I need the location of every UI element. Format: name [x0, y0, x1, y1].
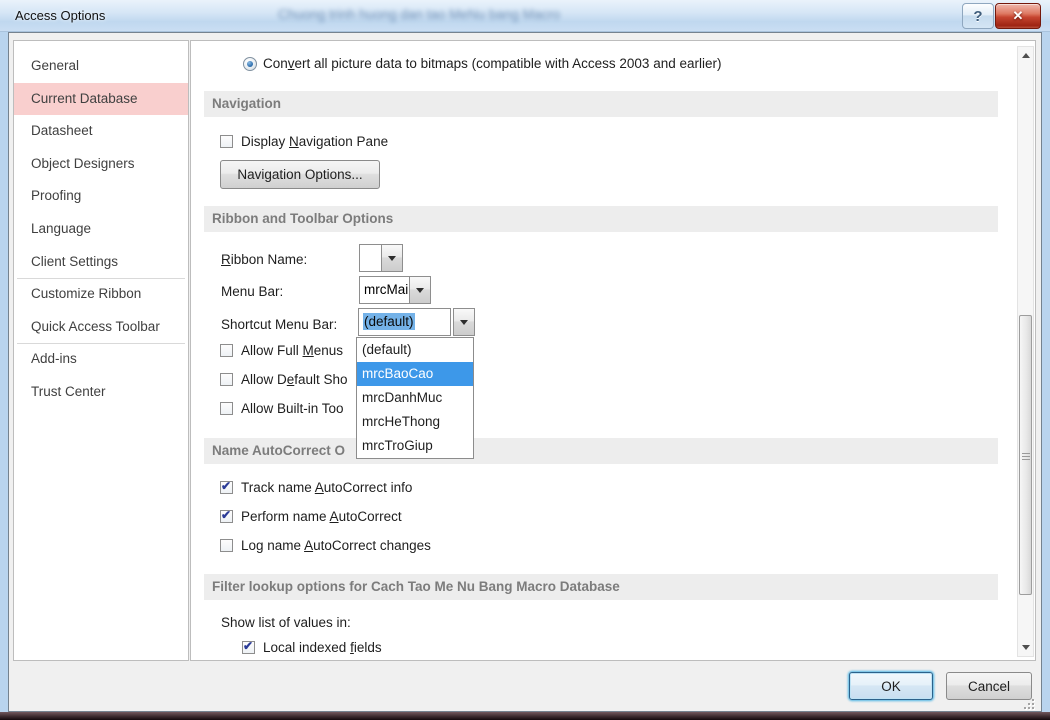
- display-navigation-pane-checkbox[interactable]: [220, 135, 233, 148]
- track-name-autocorrect-checkbox[interactable]: [220, 481, 233, 494]
- convert-bitmaps-label[interactable]: Convert all picture data to bitmaps (com…: [263, 56, 721, 71]
- sidebar-item-customize-ribbon[interactable]: Customize Ribbon: [14, 278, 188, 311]
- allow-default-shortcut-menus-checkbox[interactable]: [220, 373, 233, 386]
- log-name-autocorrect-checkbox[interactable]: [220, 539, 233, 552]
- scroll-up-icon[interactable]: [1018, 48, 1033, 63]
- sidebar-item-client-settings[interactable]: Client Settings: [14, 246, 188, 279]
- selected-combo-text: (default): [363, 313, 415, 330]
- ok-button[interactable]: OK: [849, 672, 933, 700]
- sidebar-divider: [17, 278, 185, 279]
- section-header-ribbon-toolbar: Ribbon and Toolbar Options: [204, 206, 998, 232]
- sidebar-item-proofing[interactable]: Proofing: [14, 180, 188, 213]
- sidebar-item-object-designers[interactable]: Object Designers: [14, 148, 188, 181]
- allow-full-menus-label[interactable]: Allow Full Menus: [241, 343, 343, 358]
- content-scrollbar[interactable]: [1017, 46, 1034, 657]
- allow-full-menus-checkbox[interactable]: [220, 344, 233, 357]
- cancel-button[interactable]: Cancel: [946, 672, 1032, 700]
- background-window-title: Chuong trinh huong dan tao MeNu bang Mac…: [278, 7, 608, 22]
- dropdown-item-default[interactable]: (default): [357, 338, 473, 362]
- sidebar-item-list: General Current Database Datasheet Objec…: [14, 50, 188, 409]
- section-header-navigation: Navigation: [204, 91, 998, 117]
- shortcut-menu-bar-dropdown-arrow-icon[interactable]: [453, 308, 475, 336]
- help-button[interactable]: ?: [962, 3, 994, 29]
- shortcut-menu-bar-dropdown-list: (default) mrcBaoCao mrcDanhMuc mrcHeThon…: [356, 337, 474, 459]
- perform-name-autocorrect-checkbox[interactable]: [220, 510, 233, 523]
- local-indexed-fields-label[interactable]: Local indexed fields: [263, 640, 382, 655]
- display-navigation-pane-label[interactable]: Display Navigation Pane: [241, 134, 388, 149]
- menu-bar-label: Menu Bar:: [221, 284, 283, 299]
- perform-name-autocorrect-label[interactable]: Perform name AutoCorrect: [241, 509, 402, 524]
- show-list-of-values-label: Show list of values in:: [221, 615, 351, 630]
- scrollbar-grip-icon: [1022, 453, 1030, 460]
- sidebar-item-language[interactable]: Language: [14, 213, 188, 246]
- options-content-panel: Convert all picture data to bitmaps (com…: [190, 40, 1036, 661]
- local-indexed-fields-checkbox[interactable]: [242, 641, 255, 654]
- convert-bitmaps-radio[interactable]: [243, 57, 257, 71]
- navigation-options-button[interactable]: Navigation Options...: [220, 160, 380, 189]
- scroll-down-icon[interactable]: [1018, 640, 1033, 655]
- dropdown-item-mrchethong[interactable]: mrcHeThong: [357, 410, 473, 434]
- help-icon: ?: [973, 8, 982, 25]
- section-header-filter-lookup: Filter lookup options for Cach Tao Me Nu…: [204, 574, 998, 600]
- ribbon-name-label: Ribbon Name:: [221, 252, 307, 267]
- sidebar-item-trust-center[interactable]: Trust Center: [14, 376, 188, 409]
- allow-builtin-toolbars-checkbox[interactable]: [220, 402, 233, 415]
- shortcut-menu-bar-combobox[interactable]: (default): [358, 308, 451, 336]
- dropdown-item-mrcbaocao[interactable]: mrcBaoCao: [357, 362, 473, 386]
- close-icon: ✕: [1013, 8, 1024, 24]
- allow-builtin-toolbars-label[interactable]: Allow Built-in Too: [241, 401, 344, 416]
- ribbon-name-dropdown-arrow-icon[interactable]: [381, 244, 403, 272]
- sidebar-item-quick-access-toolbar[interactable]: Quick Access Toolbar: [14, 311, 188, 344]
- sidebar-item-add-ins[interactable]: Add-ins: [14, 343, 188, 376]
- allow-default-shortcut-menus-label[interactable]: Allow Default Sho: [241, 372, 348, 387]
- window-bottom-frame: [0, 712, 1050, 720]
- shortcut-menu-bar-label: Shortcut Menu Bar:: [221, 317, 337, 332]
- window-title: Access Options: [15, 8, 105, 23]
- log-name-autocorrect-label[interactable]: Log name AutoCorrect changes: [241, 538, 431, 553]
- resize-grip-icon[interactable]: [1022, 697, 1036, 711]
- track-name-autocorrect-label[interactable]: Track name AutoCorrect info: [241, 480, 412, 495]
- dropdown-item-mrctrogiup[interactable]: mrcTroGiup: [357, 434, 473, 458]
- menu-bar-dropdown-arrow-icon[interactable]: [409, 276, 431, 304]
- ribbon-name-combobox[interactable]: [359, 244, 382, 272]
- sidebar-item-current-database[interactable]: Current Database: [14, 83, 188, 116]
- sidebar-item-datasheet[interactable]: Datasheet: [14, 115, 188, 148]
- titlebar[interactable]: Chuong trinh huong dan tao MeNu bang Mac…: [0, 0, 1050, 32]
- options-category-sidebar: General Current Database Datasheet Objec…: [13, 40, 189, 661]
- sidebar-item-general[interactable]: General: [14, 50, 188, 83]
- sidebar-divider: [17, 343, 185, 344]
- menu-bar-combobox[interactable]: mrcMain: [359, 276, 410, 304]
- section-header-name-autocorrect: Name AutoCorrect O: [204, 438, 998, 464]
- dropdown-item-mrcdanhmuc[interactable]: mrcDanhMuc: [357, 386, 473, 410]
- close-button[interactable]: ✕: [995, 3, 1041, 29]
- scrollbar-thumb[interactable]: [1019, 315, 1032, 595]
